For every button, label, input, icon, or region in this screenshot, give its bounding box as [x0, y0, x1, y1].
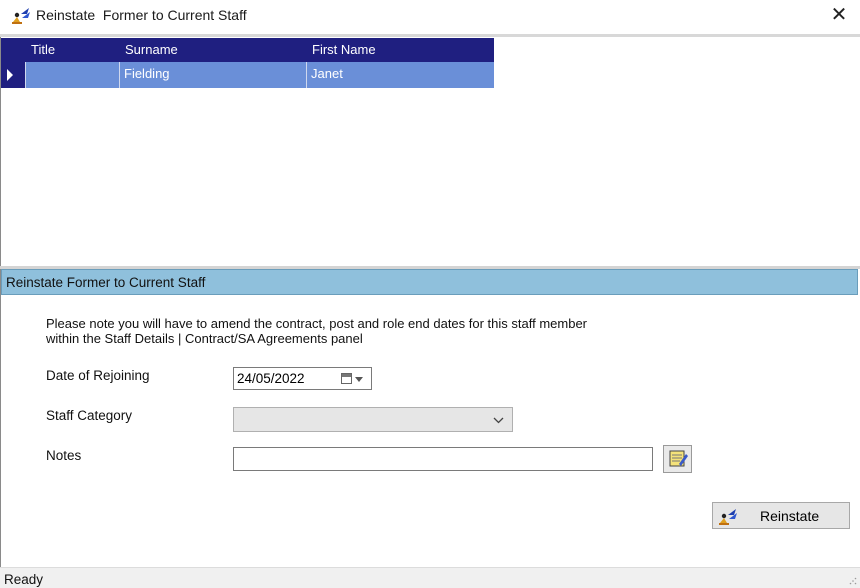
- row-pointer-icon: [7, 69, 13, 81]
- status-bar: Ready: [0, 567, 860, 588]
- cell-first-name[interactable]: Janet: [306, 62, 494, 88]
- chevron-down-icon: [493, 417, 504, 424]
- info-note-line: Please note you will have to amend the c…: [46, 316, 588, 331]
- panel-header: Reinstate Former to Current Staff: [1, 269, 858, 295]
- staff-category-select[interactable]: [233, 407, 513, 432]
- dropdown-arrow-icon[interactable]: [355, 377, 363, 382]
- resize-grip-icon[interactable]: [849, 577, 857, 585]
- notes-label: Notes: [46, 448, 82, 463]
- reinstate-staff-icon: [12, 8, 30, 24]
- table-row[interactable]: Fielding Janet: [1, 62, 494, 88]
- column-header-title[interactable]: Title: [31, 42, 55, 57]
- title-separator: [0, 34, 860, 37]
- grid-header: Title Surname First Name: [1, 38, 494, 62]
- staff-category-label: Staff Category: [46, 408, 133, 423]
- reinstate-button[interactable]: Reinstate: [712, 502, 850, 529]
- date-of-rejoining-label: Date of Rejoining: [46, 368, 150, 383]
- column-header-surname[interactable]: Surname: [125, 42, 178, 57]
- staff-grid: Title Surname First Name Fielding Janet: [1, 38, 494, 88]
- info-note-line: within the Staff Details | Contract/SA A…: [46, 330, 363, 346]
- date-of-rejoining-picker[interactable]: 24/05/2022: [233, 367, 372, 390]
- date-value: 24/05/2022: [237, 371, 305, 386]
- info-note: Please note you will have to amend the c…: [46, 316, 588, 346]
- notes-editor-button[interactable]: [663, 445, 692, 473]
- window-title: Reinstate Former to Current Staff: [36, 7, 247, 23]
- close-icon[interactable]: ✕: [826, 3, 852, 27]
- cell-title[interactable]: [25, 62, 119, 88]
- notepad-icon: [669, 450, 688, 467]
- notes-input[interactable]: [233, 447, 653, 471]
- status-text: Ready: [4, 572, 44, 587]
- reinstate-button-label: Reinstate: [760, 508, 820, 524]
- cell-surname[interactable]: Fielding: [119, 62, 306, 88]
- reinstate-staff-icon: [719, 509, 737, 525]
- title-bar: Reinstate Former to Current Staff ✕: [0, 0, 860, 34]
- row-selector[interactable]: [1, 62, 25, 88]
- left-border: [0, 37, 1, 567]
- calendar-icon[interactable]: [341, 373, 352, 384]
- column-header-first-name[interactable]: First Name: [312, 42, 376, 57]
